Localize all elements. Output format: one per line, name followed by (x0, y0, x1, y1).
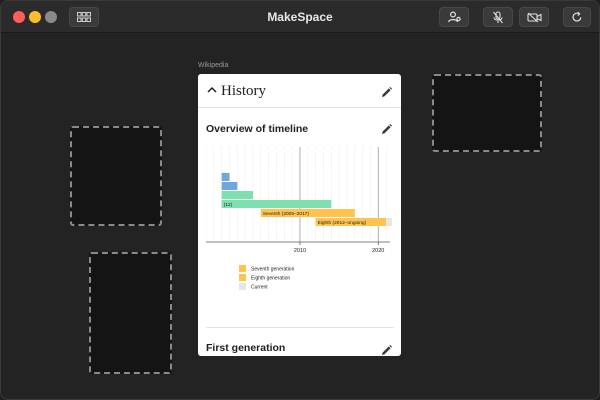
refresh-button[interactable] (563, 7, 591, 27)
layout-grid-button[interactable] (69, 7, 99, 27)
disable-camera-button[interactable] (519, 7, 549, 27)
timeline-legend-swatch (239, 283, 246, 290)
workspace: Wikipedia History Overview of timeline (… (1, 34, 599, 399)
share-user-button[interactable] (439, 7, 469, 27)
next-section-title: First generation (206, 342, 286, 354)
grid-icon (77, 12, 91, 22)
maximize-window-button[interactable] (45, 11, 57, 23)
timeline-legend-swatch (239, 274, 246, 281)
section-title: History (221, 83, 266, 99)
mute-microphone-button[interactable] (483, 7, 513, 27)
timeline-bar (221, 173, 230, 181)
timeline-bar-label: (12) (224, 202, 233, 208)
chevron-up-icon[interactable] (206, 84, 218, 96)
timeline-bar-label: Eighth (2012–ongoing) (318, 220, 367, 226)
camera-off-icon (526, 12, 542, 22)
empty-tile-left-top[interactable] (70, 126, 162, 226)
app-window: MakeSpace Wikipedia History Overview of … (0, 0, 600, 400)
empty-tile-right[interactable] (432, 74, 542, 152)
timeline-bar (221, 182, 238, 190)
user-share-icon (447, 11, 461, 23)
timeline-chart: (12) Seventh (2005–2017) Eighth (2012–ongo… (206, 147, 393, 291)
edit-pencil-icon[interactable] (380, 123, 393, 136)
timeline-bar (221, 200, 332, 208)
timeline-current-marker (386, 218, 393, 226)
wikipedia-panel[interactable]: History Overview of timeline (12) Seventh… (198, 74, 401, 356)
timeline-tick-label: 2010 (294, 248, 306, 254)
title-bar: MakeSpace (1, 1, 599, 33)
empty-tile-left-bottom[interactable] (89, 252, 172, 374)
edit-pencil-icon[interactable] (380, 344, 393, 356)
source-label: Wikipedia (198, 62, 229, 69)
timeline-legend-label: Eighth generation (251, 276, 290, 282)
section-divider (206, 327, 394, 328)
timeline-bar-label: Seventh (2005–2017) (263, 211, 310, 217)
timeline-bar (221, 191, 253, 199)
close-window-button[interactable] (13, 11, 25, 23)
microphone-off-icon (493, 10, 503, 23)
timeline-legend-label: Seventh generation (251, 267, 295, 273)
edit-pencil-icon[interactable] (380, 86, 393, 99)
section-header[interactable]: History (198, 74, 401, 108)
refresh-icon (572, 11, 582, 22)
subsection-title: Overview of timeline (206, 123, 309, 135)
timeline-tick-label: 2020 (372, 248, 384, 254)
minimize-window-button[interactable] (29, 11, 41, 23)
timeline-legend-label: Current (251, 285, 268, 291)
timeline-legend-swatch (239, 265, 246, 272)
